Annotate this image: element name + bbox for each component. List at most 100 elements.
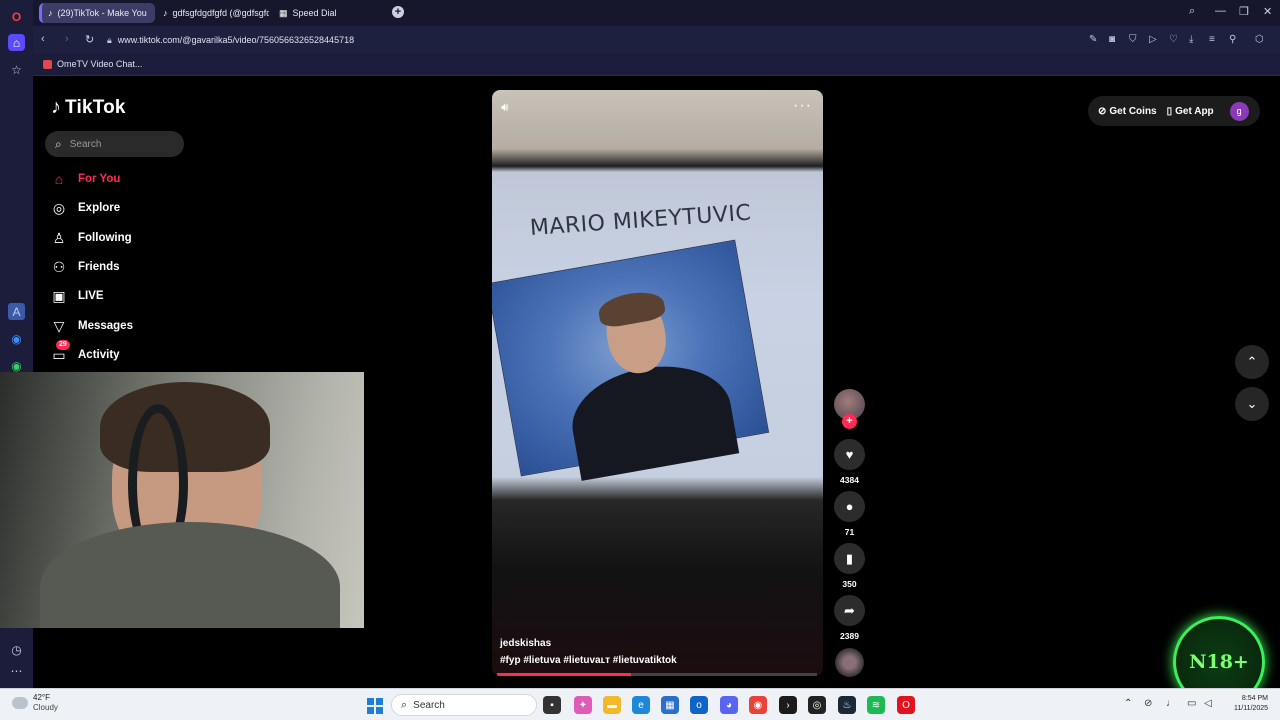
address-bar: ‹ › ↻ 🔒︎ www.tiktok.com/@gavarilka5/vide…	[33, 26, 1280, 54]
terminal-icon[interactable]: ›	[779, 696, 797, 714]
search-input[interactable]: ⌕ Search	[45, 131, 184, 157]
n18-text: N18+	[1189, 651, 1249, 673]
camera-icon[interactable]: ◙	[1109, 34, 1115, 45]
heart-icon[interactable]: ♡	[1169, 34, 1178, 45]
nav-friends[interactable]: ⚇ Friends	[50, 257, 120, 277]
outlook-icon[interactable]: o	[690, 696, 708, 714]
url-text: www.tiktok.com/@gavarilka5/video/7560566…	[117, 35, 355, 45]
music-disc[interactable]	[835, 648, 864, 677]
close-icon[interactable]: ✕	[1263, 5, 1272, 18]
opera-icon[interactable]: O	[897, 696, 915, 714]
home-icon[interactable]: ⌂	[8, 34, 25, 51]
nav-messages[interactable]: ▽ Messages	[50, 316, 133, 336]
nav-live[interactable]: ▣ LIVE	[50, 286, 103, 306]
video-author[interactable]: jedskishas	[500, 638, 551, 649]
forward-icon[interactable]: ›	[65, 33, 69, 45]
person-body	[564, 354, 740, 481]
video-photo	[492, 239, 770, 481]
save-button[interactable]: ▮	[834, 543, 865, 574]
search-icon[interactable]: ⌕	[1189, 5, 1195, 18]
windows-taskbar: 42°F Cloudy ⌕ Search ▪ ✦ ▬ e ▦ o ◕ ◉ › ◎…	[0, 688, 1280, 720]
volume-icon[interactable]: 🔊︎	[501, 100, 509, 115]
play-icon[interactable]: ▷	[1149, 34, 1157, 45]
weather-condition: Cloudy	[33, 703, 58, 712]
nav-activity[interactable]: ▭ 29 Activity	[50, 340, 120, 365]
url-field[interactable]: 🔒︎ www.tiktok.com/@gavarilka5/video/7560…	[107, 30, 1087, 50]
discord-icon[interactable]: ◕	[720, 696, 738, 714]
restore-icon[interactable]: ❐	[1239, 5, 1249, 18]
chevron-up-icon: ⌃	[1246, 354, 1258, 369]
reload-icon[interactable]: ↻	[85, 33, 94, 46]
tab-label: (29)TikTok - Make You	[57, 8, 147, 18]
bookmark-ometv[interactable]: OmeTV Video Chat...	[43, 59, 142, 69]
chrome-icon[interactable]: ◉	[749, 696, 767, 714]
next-video-button[interactable]: ⌄	[1235, 387, 1269, 421]
bookmarks-bar: OmeTV Video Chat...	[33, 54, 1280, 76]
previous-video-button[interactable]: ⌃	[1235, 345, 1269, 379]
more-options-icon[interactable]: ···	[793, 97, 812, 115]
nav-explore[interactable]: ◎ Explore	[50, 198, 120, 218]
history-icon[interactable]: ◷	[8, 641, 25, 658]
tiktok-logo[interactable]: ♪ TikTok	[51, 96, 126, 119]
aria-icon[interactable]: A	[8, 303, 25, 320]
clock-date: 11/11/2025	[1234, 705, 1268, 712]
tab-tiktok[interactable]: ♪ (29)TikTok - Make You	[39, 3, 155, 23]
video-progress[interactable]	[497, 673, 817, 676]
app-icon[interactable]: ◎	[808, 696, 826, 714]
comment-button[interactable]: ●	[834, 491, 865, 522]
nav-for-you[interactable]: ⌂ For You	[50, 169, 121, 189]
edge-icon[interactable]: e	[632, 696, 650, 714]
network-icon[interactable]: ▭	[1187, 698, 1196, 709]
file-explorer-icon[interactable]: ▬	[603, 696, 621, 714]
volume-icon[interactable]: ◁	[1204, 698, 1212, 709]
tab-profile[interactable]: ♪ gdfsgfdgdfgfd (@gdfsgfd	[157, 3, 269, 23]
more-icon[interactable]: ⋯	[8, 662, 25, 679]
microphone-icon[interactable]: ♩	[1166, 698, 1176, 709]
like-button[interactable]: ♥	[834, 439, 865, 470]
home-icon: ⌂	[54, 171, 64, 187]
profile-icon[interactable]: ⚲	[1229, 34, 1236, 45]
tray-chevron-icon[interactable]: ⌃	[1124, 698, 1132, 709]
clock[interactable]: 8:54 PM 11/11/2025	[1224, 694, 1268, 714]
tab-label: gdfsgfdgdfgfd (@gdfsgfd	[172, 8, 270, 18]
tab-speed-dial[interactable]: ▦ Speed Dial	[273, 3, 383, 23]
taskbar-search[interactable]: ⌕ Search	[391, 694, 537, 716]
share-count: 2389	[840, 631, 859, 641]
share-button[interactable]: ➦	[834, 595, 865, 626]
menu-icon[interactable]: ≡	[1209, 34, 1215, 45]
shield-icon[interactable]: ⛉	[1129, 34, 1137, 45]
video-hashtags[interactable]: #fyp #lietuva #lietuvaʟт #lietuvatiktok	[500, 655, 677, 666]
download-icon[interactable]: ⤓	[1189, 34, 1193, 45]
task-view-icon[interactable]: ▪	[543, 696, 561, 714]
messenger-icon[interactable]: ◉	[8, 330, 25, 347]
coin-icon: ⊘	[1098, 105, 1107, 117]
minimize-icon[interactable]: —	[1215, 5, 1226, 17]
video-player[interactable]: MARIO MIKEYTUVIC 🔊︎ ··· jedskishas #fyp …	[492, 90, 823, 676]
copilot-icon[interactable]: ✦	[574, 696, 592, 714]
tiktok-icon: ♪	[51, 96, 61, 118]
video-progress-fill	[497, 673, 632, 676]
steam-icon[interactable]: ♨	[838, 696, 856, 714]
weather-widget[interactable]: 42°F Cloudy	[12, 693, 58, 713]
opera-logo-icon[interactable]: O	[8, 8, 25, 25]
follow-button[interactable]: +	[842, 414, 857, 429]
edit-icon[interactable]: ✎	[1089, 34, 1097, 45]
chevron-down-icon: ⌄	[1246, 396, 1258, 411]
tiktok-icon: ♪	[163, 8, 168, 18]
get-app-button[interactable]: ▯ Get App	[1167, 106, 1214, 117]
user-avatar[interactable]: g	[1229, 101, 1249, 121]
heart-icon: ♥	[845, 447, 854, 462]
nav-following[interactable]: ♙ Following	[50, 228, 132, 248]
tray-app-icon[interactable]: ⊘	[1144, 698, 1152, 709]
comment-count: 71	[844, 527, 855, 537]
start-button[interactable]	[367, 698, 383, 714]
star-icon[interactable]: ☆	[8, 61, 25, 78]
spotify-icon[interactable]: ≋	[867, 696, 885, 714]
store-icon[interactable]: ▦	[661, 696, 679, 714]
get-coins-button[interactable]: ⊘ Get Coins	[1098, 106, 1157, 117]
new-tab-button[interactable]: +	[392, 6, 404, 18]
webcam-overlay	[0, 372, 364, 628]
tab-label: Speed Dial	[292, 8, 337, 18]
extensions-icon[interactable]: ⬡	[1255, 34, 1264, 45]
back-icon[interactable]: ‹	[41, 33, 45, 45]
